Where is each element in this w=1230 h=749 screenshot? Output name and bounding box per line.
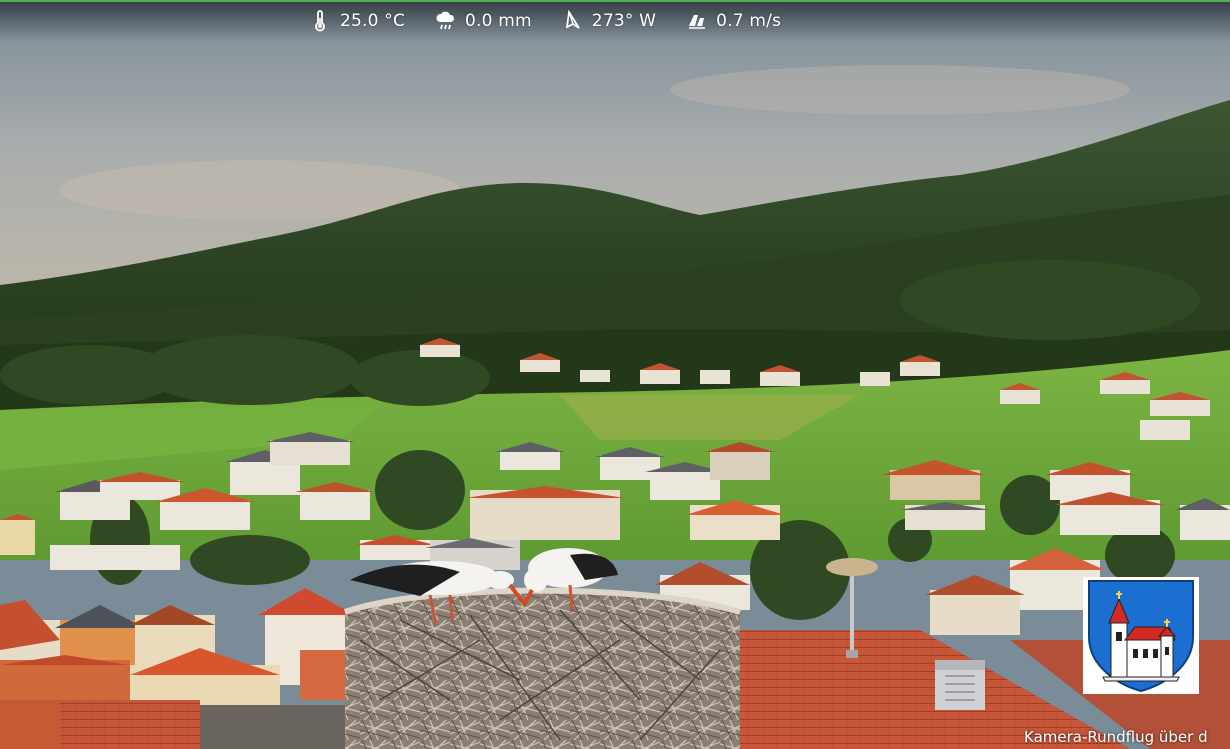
church-crest-icon [1088, 580, 1194, 693]
precipitation-readout: 0.0 mm [435, 10, 532, 32]
village-panorama [0, 0, 1230, 749]
thermometer-icon [315, 10, 325, 32]
weather-readouts: 25.0 °C 0.0 mm 273° W 0.7 m/s [310, 10, 811, 32]
wind-direction-value: 273° W [591, 11, 657, 31]
rain-cloud-icon [436, 11, 455, 30]
municipal-coat-of-arms [1083, 577, 1199, 694]
wind-speed-icon [689, 15, 706, 29]
temperature-readout: 25.0 °C [310, 10, 405, 32]
temperature-value: 25.0 °C [340, 11, 406, 31]
wind-speed-value: 0.7 m/s [716, 11, 782, 31]
camera-flight-caption: Kamera-Rundflug über d [1024, 728, 1208, 746]
weather-bar: 25.0 °C 0.0 mm 273° W 0.7 m/s [0, 0, 1230, 42]
wind-direction-readout: 273° W [562, 10, 656, 32]
precipitation-value: 0.0 mm [465, 11, 532, 31]
webcam-view: 25.0 °C 0.0 mm 273° W 0.7 m/s Kamera-Run… [0, 0, 1230, 749]
wind-direction-icon [565, 10, 580, 29]
wind-speed-readout: 0.7 m/s [686, 10, 781, 32]
